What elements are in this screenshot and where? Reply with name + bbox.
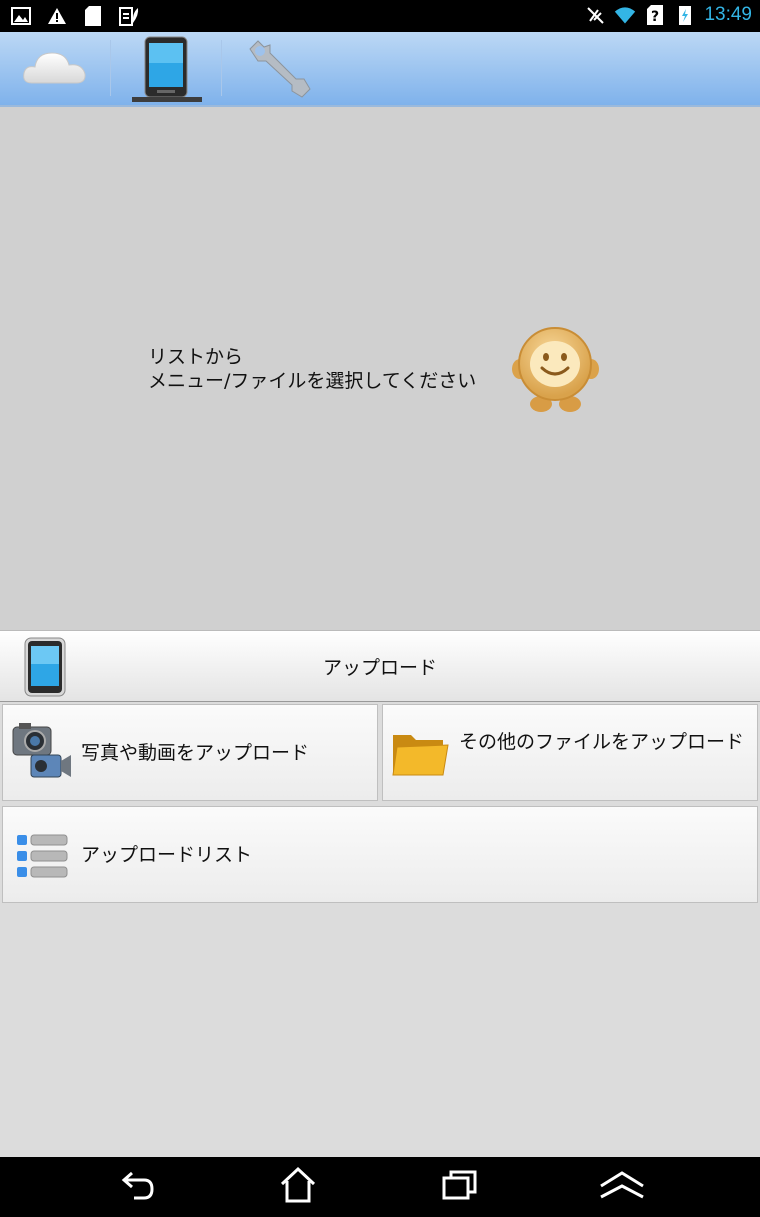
home-button[interactable]: [268, 1166, 328, 1208]
content-area: リストから メニュー/ファイルを選択してください: [0, 107, 760, 630]
list-icon: [15, 833, 69, 883]
gallery-icon: [10, 5, 32, 27]
status-time: 13:49: [704, 4, 752, 25]
status-bar: ? 13:49: [0, 0, 760, 32]
menu-button[interactable]: [592, 1167, 652, 1207]
recent-apps-button[interactable]: [430, 1167, 490, 1207]
menu-up-icon: [598, 1170, 646, 1204]
wrench-icon: [240, 35, 312, 103]
tab-device[interactable]: [112, 32, 220, 105]
warning-icon: [46, 5, 68, 27]
mute-icon: [584, 4, 606, 26]
selected-tab-indicator: [132, 97, 202, 102]
sim-unknown-icon: ?: [644, 4, 666, 26]
tab-bar: [0, 32, 760, 107]
battery-charging-icon: [674, 4, 696, 26]
upload-files-label: その他のファイルをアップロード: [459, 731, 745, 753]
upload-list-label: アップロードリスト: [81, 844, 253, 866]
navigation-bar: [0, 1157, 760, 1217]
message-line-1: リストから: [148, 346, 244, 368]
upload-files-button[interactable]: その他のファイルをアップロード: [382, 704, 758, 801]
folder-icon: [391, 729, 449, 781]
tab-divider: [110, 40, 111, 96]
upload-section-header: アップロード: [0, 630, 760, 702]
upload-media-button[interactable]: 写真や動画をアップロード: [2, 704, 378, 801]
upload-list-button[interactable]: アップロードリスト: [2, 806, 758, 903]
back-icon: [118, 1169, 158, 1205]
tab-settings[interactable]: [222, 32, 330, 105]
smiley-mascot-icon: [508, 324, 603, 419]
wifi-icon: [614, 4, 636, 26]
svg-text:?: ?: [651, 9, 659, 25]
empty-state-message: リストから メニュー/ファイルを選択してください: [148, 345, 476, 393]
back-button[interactable]: [108, 1167, 168, 1207]
section-title: アップロード: [322, 657, 437, 679]
home-icon: [278, 1166, 318, 1208]
battery-leaf-icon: [118, 5, 140, 27]
sd-card-icon: [82, 5, 104, 27]
recent-apps-icon: [440, 1168, 480, 1206]
tablet-icon: [143, 36, 189, 102]
cloud-icon: [22, 47, 88, 91]
camera-video-icon: [11, 721, 73, 787]
upload-media-label: 写真や動画をアップロード: [81, 742, 310, 764]
message-line-2: メニュー/ファイルを選択してください: [148, 370, 477, 392]
tab-cloud[interactable]: [0, 32, 110, 105]
